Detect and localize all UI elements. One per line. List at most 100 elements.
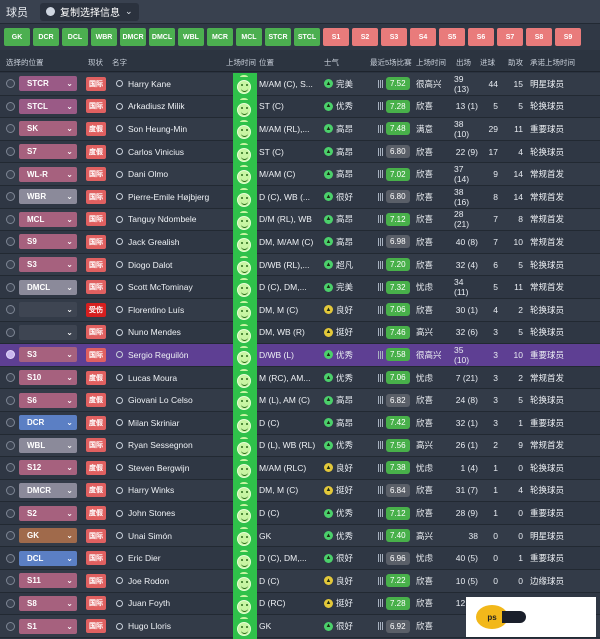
player-name[interactable]: Nuno Mendes [128, 322, 228, 344]
position-select[interactable]: MCL ⌄ [19, 209, 77, 231]
table-row[interactable]: ⌄ 国际 Nuno Mendes DM, WB (R) ▲ 挺好 7.46 高兴… [0, 321, 600, 345]
table-row[interactable]: S3 ⌄ 国际 Diogo Dalot D/WB (RL),... ▲ 超凡 7.… [0, 253, 600, 277]
formation-pill[interactable]: S7 [497, 28, 523, 46]
table-row[interactable]: S6 ⌄ 度假 Giovani Lo Celso M (L), AM (C) ▲ … [0, 389, 600, 412]
table-row[interactable]: MCL ⌄ 国际 Tanguy Ndombele D/M (RL), WB ▲ 高… [0, 208, 600, 232]
formation-pill[interactable]: DMCR [120, 28, 146, 46]
player-name[interactable]: Hugo Lloris [128, 615, 228, 637]
row-radio[interactable] [6, 570, 16, 592]
player-name[interactable]: Ryan Sessegnon [128, 435, 228, 457]
row-radio[interactable] [6, 389, 16, 411]
position-select[interactable]: S2 ⌄ [19, 502, 77, 524]
player-name[interactable]: Eric Dier [128, 547, 228, 569]
col-mood[interactable]: 上场时间 [416, 57, 446, 68]
formation-pill[interactable]: WBR [91, 28, 117, 46]
table-row[interactable]: DMCL ⌄ 国际 Scott McTominay D (C), DM,... ▲… [0, 276, 600, 299]
position-select[interactable]: WL-R ⌄ [19, 163, 77, 185]
row-radio[interactable] [6, 276, 16, 298]
col-status[interactable]: 现状 [88, 57, 103, 68]
player-name[interactable]: Tanguy Ndombele [128, 209, 228, 231]
position-select[interactable]: S1 ⌄ [19, 615, 77, 637]
row-radio[interactable] [6, 322, 16, 344]
row-radio[interactable] [6, 254, 16, 276]
position-select[interactable]: DCL ⌄ [19, 547, 77, 569]
player-name[interactable]: Jack Grealish [128, 231, 228, 253]
table-row[interactable]: S11 ⌄ 国际 Joe Rodon D (C) ▲ 良好 7.22 欣喜 10 … [0, 570, 600, 593]
formation-pill[interactable]: S5 [439, 28, 465, 46]
position-select[interactable]: DMCL ⌄ [19, 276, 77, 298]
row-radio[interactable] [6, 209, 16, 231]
player-name[interactable]: Son Heung-Min [128, 118, 228, 140]
position-select[interactable]: S7 ⌄ [19, 141, 77, 163]
position-select[interactable]: DMCR ⌄ [19, 480, 77, 502]
col-apps[interactable]: 出场 [456, 57, 471, 68]
table-row[interactable]: WL-R ⌄ 国际 Dani Olmo M/AM (C) ▲ 高昂 7.02 欣喜… [0, 163, 600, 186]
row-radio[interactable] [6, 547, 16, 569]
col-goals[interactable]: 进球 [480, 57, 495, 68]
position-select[interactable]: SK ⌄ [19, 118, 77, 140]
formation-pill[interactable]: MCL [236, 28, 262, 46]
formation-pill[interactable]: DCL [62, 28, 88, 46]
player-name[interactable]: John Stones [128, 502, 228, 524]
formation-pill[interactable]: S2 [352, 28, 378, 46]
table-row[interactable]: ⌄ 受伤 Florentino Luís DM, M (C) ▲ 良好 7.06… [0, 298, 600, 322]
col-position[interactable]: 位置 [259, 57, 274, 68]
position-select[interactable]: S12 ⌄ [19, 457, 77, 479]
player-name[interactable]: Dani Olmo [128, 163, 228, 185]
table-row[interactable]: S9 ⌄ 国际 Jack Grealish DM, M/AM (C) ▲ 高昂 6… [0, 231, 600, 254]
player-name[interactable]: Carlos Vinicius [128, 141, 228, 163]
row-radio[interactable] [6, 344, 16, 366]
row-radio[interactable] [6, 186, 16, 208]
col-promise[interactable]: 承诺上场时间 [530, 57, 575, 68]
player-name[interactable]: Harry Winks [128, 480, 228, 502]
row-radio[interactable] [6, 73, 16, 95]
position-select[interactable]: S8 ⌄ [19, 593, 77, 615]
row-radio[interactable] [6, 457, 16, 479]
player-name[interactable]: Juan Foyth [128, 593, 228, 615]
formation-pill[interactable]: S6 [468, 28, 494, 46]
position-select[interactable]: S6 ⌄ [19, 389, 77, 411]
position-select[interactable]: ⌄ [19, 322, 77, 344]
formation-pill[interactable]: S9 [555, 28, 581, 46]
player-name[interactable]: Joe Rodon [128, 570, 228, 592]
formation-pill[interactable]: DCR [33, 28, 59, 46]
table-row[interactable]: GK ⌄ 国际 Unai Simón GK ▲ 优秀 7.40 高兴 38 0 0… [0, 524, 600, 548]
row-radio[interactable] [6, 118, 16, 140]
position-select[interactable]: S10 ⌄ [19, 367, 77, 389]
table-row[interactable]: DMCR ⌄ 度假 Harry Winks DM, M (C) ▲ 挺好 6.84… [0, 479, 600, 503]
formation-pill[interactable]: GK [4, 28, 30, 46]
player-name[interactable]: Pierre-Emile Højbjerg [128, 186, 228, 208]
table-row[interactable]: STCL ⌄ 国际 Arkadiusz Milik ST (C) ▲ 优秀 7.2… [0, 95, 600, 119]
player-name[interactable]: Arkadiusz Milik [128, 96, 228, 118]
row-radio[interactable] [6, 502, 16, 524]
row-radio[interactable] [6, 96, 16, 118]
row-radio[interactable] [6, 412, 16, 434]
row-radio[interactable] [6, 593, 16, 615]
table-row[interactable]: S12 ⌄ 度假 Steven Bergwijn M/AM (RLC) ▲ 良好 … [0, 457, 600, 480]
row-radio[interactable] [6, 367, 16, 389]
table-row[interactable]: DCL ⌄ 国际 Eric Dier D (C), DM,... ▲ 很好 6.9… [0, 547, 600, 571]
player-name[interactable]: Scott McTominay [128, 276, 228, 298]
row-radio[interactable] [6, 141, 16, 163]
table-row[interactable]: DCR ⌄ 度假 Milan Skriniar D (C) ▲ 高昂 7.42 欣… [0, 411, 600, 435]
row-radio[interactable] [6, 525, 16, 547]
row-radio[interactable] [6, 435, 16, 457]
table-row[interactable]: WBR ⌄ 国际 Pierre-Emile Højbjerg D (C), WB … [0, 185, 600, 209]
table-row[interactable]: S10 ⌄ 度假 Lucas Moura M (RC), AM... ▲ 优秀 7… [0, 366, 600, 390]
row-radio[interactable] [6, 163, 16, 185]
table-row[interactable]: S3 ⌄ 国际 Sergio Reguilón D/WB (L) ▲ 优秀 7.5… [0, 344, 600, 367]
position-select[interactable]: S9 ⌄ [19, 231, 77, 253]
position-select[interactable]: S11 ⌄ [19, 570, 77, 592]
col-morale[interactable]: 士气 [324, 57, 339, 68]
col-select-pos[interactable]: 选择的位置 [6, 57, 44, 68]
col-assists[interactable]: 助攻 [508, 57, 523, 68]
player-name[interactable]: Steven Bergwijn [128, 457, 228, 479]
row-radio[interactable] [6, 299, 16, 321]
position-select[interactable]: WBR ⌄ [19, 186, 77, 208]
formation-pill[interactable]: S3 [381, 28, 407, 46]
formation-pill[interactable]: S1 [323, 28, 349, 46]
view-select-dropdown[interactable]: 复制选择信息 ⌄ [40, 2, 139, 21]
player-name[interactable]: Diogo Dalot [128, 254, 228, 276]
formation-pill[interactable]: STCR [265, 28, 291, 46]
player-name[interactable]: Unai Simón [128, 525, 228, 547]
